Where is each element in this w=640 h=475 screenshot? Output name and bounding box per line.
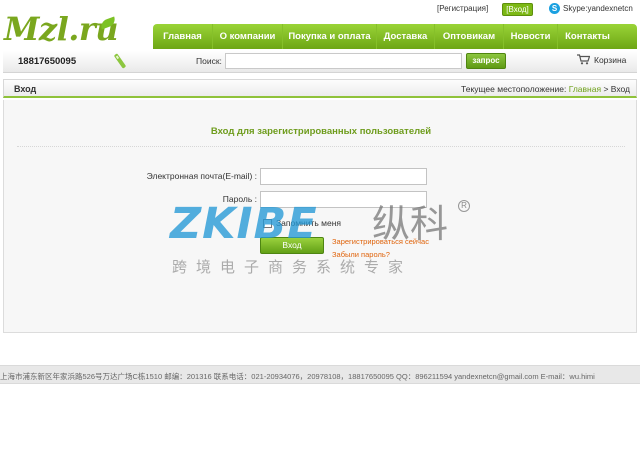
forgot-password-link[interactable]: Забыли пароль? xyxy=(332,250,390,259)
skype-contact[interactable]: S Skype:yandexnetcn xyxy=(549,3,633,14)
nav-item-3[interactable]: Доставка xyxy=(377,24,435,49)
search-button[interactable]: запрос xyxy=(466,53,506,69)
search-bar: 18817650095 Поиск: запрос Корзина xyxy=(3,51,637,73)
breadcrumb-home-link[interactable]: Главная xyxy=(569,84,601,94)
password-field[interactable] xyxy=(260,191,427,208)
login-form-title: Вход для зарегистрированных пользователе… xyxy=(210,126,432,137)
breadcrumb-prefix: Текущее местоположение: xyxy=(461,84,569,94)
divider xyxy=(17,146,625,147)
register-now-link[interactable]: Зарегистрироваться сейчас xyxy=(332,237,429,246)
remember-me-checkbox[interactable] xyxy=(263,218,272,228)
login-panel: Вход для зарегистрированных пользователе… xyxy=(3,100,637,333)
remember-me[interactable]: Запомнить меня xyxy=(263,218,341,228)
nav-item-2[interactable]: Покупка и оплата xyxy=(283,24,377,49)
phone-number: 18817650095 xyxy=(18,56,77,67)
nav-item-1[interactable]: О компании xyxy=(213,24,283,49)
main-nav: Главная О компании Покупка и оплата Доставк… xyxy=(153,24,637,49)
login-button[interactable]: Вход xyxy=(260,237,324,254)
search-input[interactable] xyxy=(225,53,462,69)
nav-item-0[interactable]: Главная xyxy=(153,24,213,49)
footer: 上海市浦东新区年家浜路526号万达广场C栋1510 邮编：201316 联系电话… xyxy=(0,365,640,384)
search-label: Поиск: xyxy=(196,56,222,66)
password-label: Пароль : xyxy=(222,194,257,204)
remember-me-label: Запомнить меня xyxy=(276,218,342,228)
email-field[interactable] xyxy=(260,168,427,185)
breadcrumb: Текущее местоположение: Главная > Вход xyxy=(461,84,630,94)
breadcrumb-bar: Вход Текущее местоположение: Главная > В… xyxy=(3,79,637,98)
footer-contact-text: 上海市浦东新区年家浜路526号万达广场C栋1510 邮编：201316 联系电话… xyxy=(0,372,595,381)
breadcrumb-separator: > xyxy=(601,84,611,94)
nav-item-4[interactable]: Оптовикам xyxy=(435,24,504,49)
skype-id: Skype:yandexnetcn xyxy=(563,4,633,13)
page-title: Вход xyxy=(14,84,37,94)
email-label: Электронная почта(E-mail) : xyxy=(146,171,257,181)
phone-handset-icon xyxy=(114,53,126,69)
nav-item-5[interactable]: Новости xyxy=(504,24,558,49)
cart-icon xyxy=(577,54,590,65)
breadcrumb-current: Вход xyxy=(610,84,630,94)
skype-icon: S xyxy=(549,3,560,14)
nav-item-6[interactable]: Контакты xyxy=(558,24,617,49)
cart-link[interactable]: Корзина xyxy=(577,54,626,65)
register-link[interactable]: [Регистрация] xyxy=(437,4,488,13)
cart-label: Корзина xyxy=(594,54,627,65)
top-login-button[interactable]: [Вход] xyxy=(502,3,533,16)
